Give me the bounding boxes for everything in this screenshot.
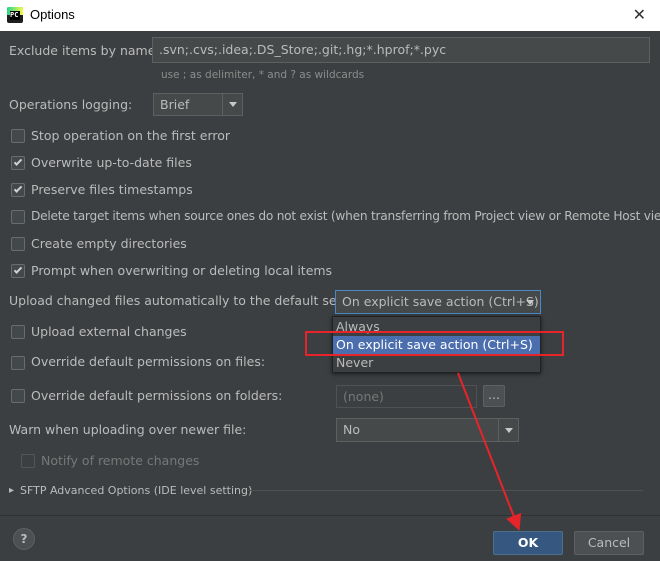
operations-logging-select[interactable]: Brief (153, 93, 243, 116)
checkmark-icon (13, 265, 23, 274)
warn-newer-file-label: Warn when uploading over newer file: (9, 422, 247, 437)
chevron-down-icon (222, 94, 242, 115)
override-files-permissions-label: Override default permissions on files: (31, 354, 266, 369)
preserve-timestamps-label: Preserve files timestamps (31, 182, 193, 197)
overwrite-up-to-date-label: Overwrite up-to-date files (31, 155, 192, 170)
override-files-permissions-checkbox[interactable] (11, 356, 25, 370)
checkmark-icon (13, 157, 23, 166)
warn-newer-file-select[interactable]: No (336, 418, 519, 442)
section-divider (248, 490, 643, 491)
create-empty-dirs-checkbox[interactable] (11, 237, 25, 251)
chevron-down-icon (520, 291, 540, 313)
pycharm-app-icon: PC (7, 7, 23, 23)
annotation-highlight-box (305, 331, 564, 356)
upload-changed-files-value: On explicit save action (Ctrl+S) (342, 294, 539, 309)
override-folders-permissions-checkbox[interactable] (11, 389, 25, 403)
upload-changed-files-label: Upload changed files automatically to th… (9, 293, 362, 308)
checkmark-icon (13, 184, 23, 193)
operations-logging-value: Brief (160, 97, 190, 112)
dropdown-option-never[interactable]: Never (333, 354, 540, 372)
prompt-overwriting-checkbox[interactable] (11, 264, 25, 278)
bottom-divider (0, 515, 660, 516)
folders-permissions-input: (none) (336, 385, 477, 408)
delete-target-items-checkbox[interactable] (11, 210, 25, 224)
window-titlebar: PC Options ✕ (0, 0, 660, 31)
notify-remote-changes-label: Notify of remote changes (41, 453, 200, 468)
close-icon[interactable]: ✕ (633, 5, 646, 25)
warn-newer-file-value: No (343, 422, 360, 437)
ok-button[interactable]: OK (493, 531, 563, 555)
annotation-arrow (457, 372, 522, 531)
create-empty-dirs-label: Create empty directories (31, 236, 187, 251)
upload-changed-files-select[interactable]: On explicit save action (Ctrl+S) (335, 290, 541, 314)
stop-on-error-label: Stop operation on the first error (31, 128, 231, 143)
cancel-button[interactable]: Cancel (574, 531, 644, 555)
window-title: Options (30, 7, 75, 22)
help-button[interactable]: ? (13, 528, 35, 550)
expand-triangle-icon[interactable]: ▸ (9, 485, 14, 496)
exclude-items-input[interactable]: .svn;.cvs;.idea;.DS_Store;.git;.hg;*.hpr… (152, 37, 650, 63)
prompt-overwriting-label: Prompt when overwriting or deleting loca… (31, 263, 333, 278)
stop-on-error-checkbox[interactable] (11, 129, 25, 143)
sftp-advanced-options-toggle[interactable]: SFTP Advanced Options (IDE level setting… (20, 484, 252, 497)
override-folders-permissions-label: Override default permissions on folders: (31, 388, 283, 403)
operations-logging-label: Operations logging: (9, 97, 133, 112)
upload-external-changes-label: Upload external changes (31, 324, 187, 339)
upload-external-changes-checkbox[interactable] (11, 325, 25, 339)
chevron-down-icon (498, 419, 518, 441)
delete-target-items-label: Delete target items when source ones do … (31, 209, 660, 223)
preserve-timestamps-checkbox[interactable] (11, 183, 25, 197)
notify-remote-changes-checkbox (21, 454, 35, 468)
overwrite-up-to-date-checkbox[interactable] (11, 156, 25, 170)
browse-permissions-button: ... (483, 385, 505, 407)
exclude-items-label: Exclude items by name: (9, 43, 160, 58)
exclude-items-hint: use ; as delimiter, * and ? as wildcards (161, 69, 365, 81)
